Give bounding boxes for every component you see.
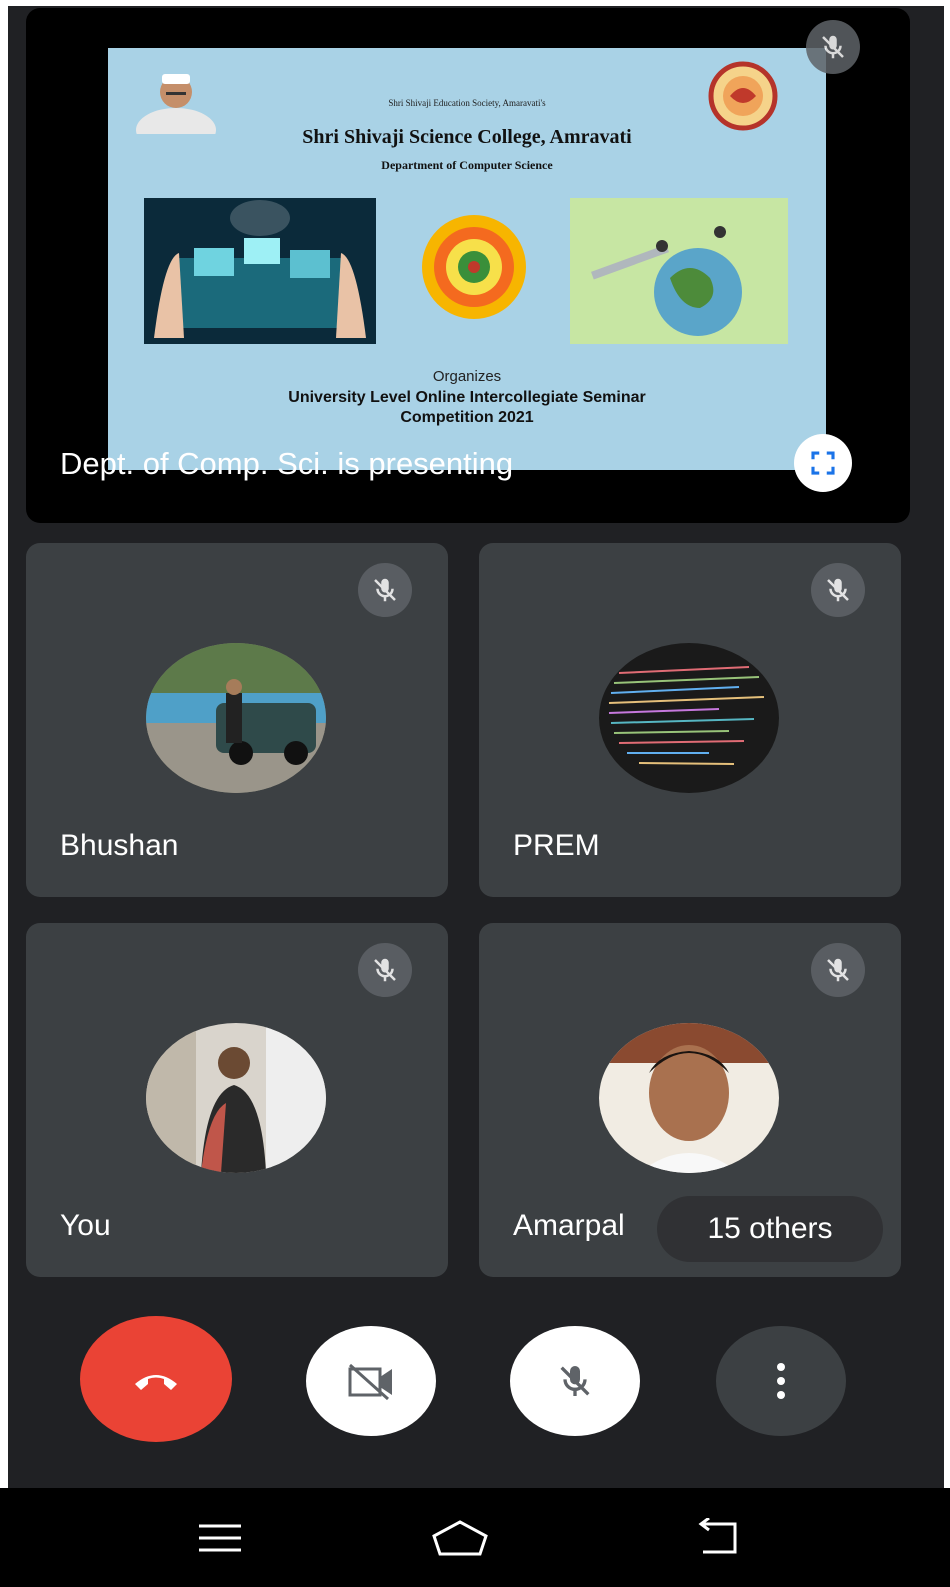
department-name: Department of Computer Science (381, 158, 553, 172)
recent-apps-button[interactable] (190, 1516, 250, 1560)
presentation-slide: Shri Shivaji Education Society, Amaravat… (108, 48, 826, 470)
more-options-button[interactable] (716, 1326, 846, 1436)
globe-travel-image (570, 198, 788, 344)
society-text: Shri Shivaji Education Society, Amaravat… (388, 98, 546, 108)
mic-off-icon (560, 1366, 590, 1396)
college-name: Shri Shivaji Science College, Amravati (302, 126, 632, 148)
participant-name: Amarpal (513, 1209, 625, 1242)
phone-hangup-icon (135, 1375, 177, 1390)
avatar (146, 1023, 326, 1173)
others-count-button[interactable]: 15 others (657, 1196, 883, 1262)
more-vertical-icon (777, 1363, 785, 1399)
participant-name: PREM (513, 829, 600, 862)
technology-hands-image (144, 198, 376, 344)
organizes-text: Organizes (432, 368, 502, 385)
back-arrow-icon (698, 1518, 737, 1554)
presentation-tile[interactable]: Shri Shivaji Education Society, Amaravat… (26, 8, 910, 523)
avatar (599, 643, 779, 793)
presenter-mic-muted-icon (806, 20, 860, 74)
participant-tile-prem[interactable]: PREM (479, 543, 901, 897)
screen-edge-left (0, 0, 8, 1587)
camera-toggle-button[interactable] (306, 1326, 436, 1436)
screen-edge-right (944, 0, 950, 1587)
event-title-line1: University Level Online Intercollegiate … (288, 389, 646, 406)
home-icon (432, 1520, 488, 1556)
mic-muted-icon (811, 943, 865, 997)
system-navigation-bar (0, 1488, 950, 1587)
participant-name: Bhushan (60, 829, 179, 862)
event-title: University Level Online Intercollegiate … (108, 388, 826, 428)
camera-off-icon (348, 1363, 392, 1401)
end-call-button[interactable] (80, 1316, 232, 1442)
participant-tile-you[interactable]: You (26, 923, 448, 1277)
avatar (599, 1023, 779, 1173)
participant-tile-bhushan[interactable]: Bhushan (26, 543, 448, 897)
mic-muted-icon (811, 563, 865, 617)
fullscreen-icon (811, 451, 835, 475)
college-seal-logo (708, 61, 778, 131)
fullscreen-button[interactable] (794, 434, 852, 492)
mic-muted-icon (358, 943, 412, 997)
rangoli-emblem-image (404, 206, 544, 328)
back-button[interactable] (690, 1516, 750, 1560)
menu-lines-icon (199, 1524, 241, 1552)
microphone-toggle-button[interactable] (510, 1326, 640, 1436)
event-title-line2: Competition 2021 (400, 409, 534, 426)
home-button[interactable] (430, 1516, 490, 1560)
presenting-label: Dept. of Comp. Sci. is presenting (60, 446, 514, 481)
screen-edge-top (0, 0, 950, 6)
avatar (146, 643, 326, 793)
participant-name: You (60, 1209, 111, 1242)
mic-muted-icon (358, 563, 412, 617)
